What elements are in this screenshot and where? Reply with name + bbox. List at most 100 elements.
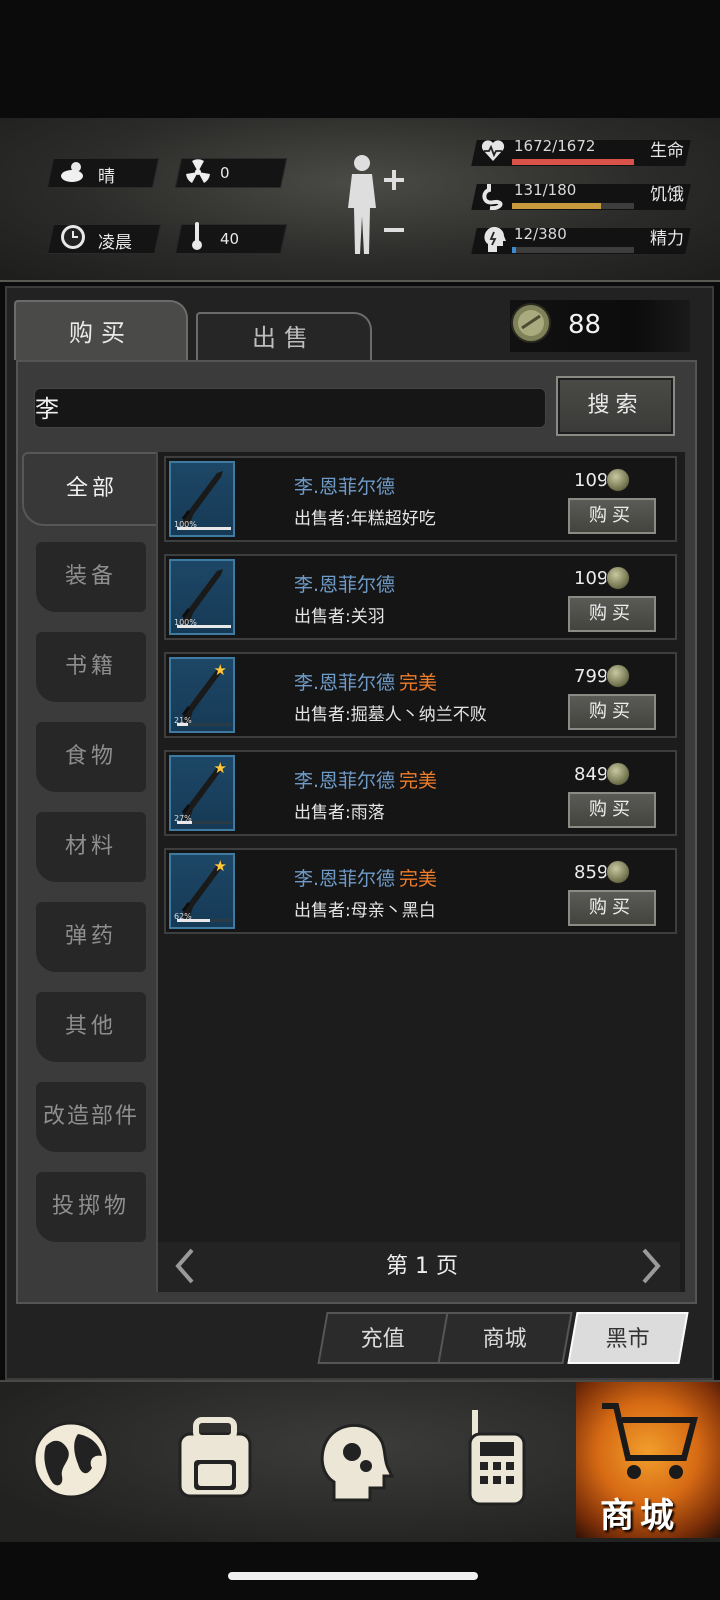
next-page-button[interactable]: [640, 1242, 664, 1301]
health-label: 生命: [650, 141, 684, 161]
bottle-cap-icon: [606, 664, 630, 688]
rifle-thumbnail[interactable]: ★ 27%: [169, 755, 235, 831]
rifle-thumbnail[interactable]: 100%: [169, 461, 235, 537]
item-row[interactable]: 100% 李.恩菲尔德 出售者:关羽 109 购买: [164, 554, 677, 640]
item-seller: 出售者:掘墓人丶纳兰不败: [294, 705, 487, 725]
item-name: 李.恩菲尔德: [294, 570, 399, 597]
shop-label: 商城: [600, 1496, 680, 1536]
time-of-day: 凌晨: [98, 233, 132, 253]
hunger-value: 131/180: [514, 181, 577, 199]
skills-head-icon[interactable]: [290, 1390, 420, 1530]
category-materials[interactable]: 材料: [36, 812, 146, 882]
bottle-cap-icon: [606, 468, 630, 492]
item-name: 李.恩菲尔德 完美: [294, 766, 437, 793]
rifle-thumbnail[interactable]: ★ 62%: [169, 853, 235, 929]
tab-black-market-label: 黑市: [605, 1327, 650, 1352]
energy-label: 精力: [650, 229, 684, 249]
item-name: 李.恩菲尔德 完美: [294, 668, 437, 695]
globe-icon[interactable]: [6, 1390, 136, 1530]
hunger-label: 饥饿: [650, 185, 684, 205]
heart-icon: [480, 138, 506, 168]
radiation-icon: [184, 158, 212, 190]
hunger-bar-fill: [512, 203, 601, 209]
energy-bar: [512, 247, 634, 253]
buy-button[interactable]: 购买: [568, 890, 656, 926]
item-seller: 出售者:年糕超好吃: [294, 509, 436, 529]
item-quality: 完美: [399, 672, 438, 694]
energy-value: 12/380: [514, 225, 567, 243]
item-row[interactable]: ★ 62% 李.恩菲尔德 完美 出售者:母亲丶黑白 859 购买: [164, 848, 677, 934]
category-equipment[interactable]: 装备: [36, 542, 146, 612]
buy-button[interactable]: 购买: [568, 596, 656, 632]
prev-page-button[interactable]: [172, 1242, 196, 1301]
search-input[interactable]: 李: [34, 388, 546, 428]
weather-condition: 晴: [98, 167, 115, 187]
item-name-text: 李.恩菲尔德: [294, 770, 396, 792]
buy-button[interactable]: 购买: [568, 498, 656, 534]
currency-amount: 88: [568, 310, 602, 340]
clock-icon: [58, 222, 88, 256]
category-ammo[interactable]: 弹药: [36, 902, 146, 972]
item-name-text: 李.恩菲尔德: [294, 868, 396, 890]
star-icon: ★: [213, 661, 227, 679]
category-books[interactable]: 书籍: [36, 632, 146, 702]
item-name-text: 李.恩菲尔德: [294, 574, 396, 596]
tab-recharge-label: 充值: [360, 1327, 405, 1352]
tab-store-label: 商城: [482, 1327, 527, 1352]
page-label: 第 1 页: [386, 1254, 458, 1279]
walkie-talkie-icon[interactable]: [432, 1390, 562, 1530]
item-row[interactable]: ★ 27% 李.恩菲尔德 完美 出售者:雨落 849 购买: [164, 750, 677, 836]
item-seller: 出售者:母亲丶黑白: [294, 901, 436, 921]
durability-value: 21%: [174, 716, 192, 725]
rifle-thumbnail[interactable]: ★ 21%: [169, 657, 235, 733]
health-bar: [512, 159, 634, 165]
item-row[interactable]: 100% 李.恩菲尔德 出售者:年糕超好吃 109 购买: [164, 456, 677, 542]
rifle-thumbnail[interactable]: 100%: [169, 559, 235, 635]
item-price: 109: [574, 568, 609, 589]
item-name: 李.恩菲尔德: [294, 472, 399, 499]
item-row[interactable]: ★ 21% 李.恩菲尔德 完美出售者:掘墓人丶纳兰不败 799 购买: [164, 652, 677, 738]
radiation-value: 0: [220, 164, 230, 182]
tab-sell[interactable]: 出售: [196, 312, 372, 360]
item-seller: 出售者:关羽: [294, 607, 385, 627]
tab-black-market[interactable]: 黑市: [567, 1312, 689, 1364]
home-indicator[interactable]: [228, 1572, 478, 1580]
item-quality: 完美: [399, 868, 438, 890]
backpack-icon[interactable]: [150, 1390, 280, 1530]
bottle-cap-icon: [606, 566, 630, 590]
hunger-bar: [512, 203, 634, 209]
category-food[interactable]: 食物: [36, 722, 146, 792]
durability-value: 100%: [174, 618, 197, 627]
durability-value: 62%: [174, 912, 192, 921]
buy-button[interactable]: 购买: [568, 792, 656, 828]
energy-bar-fill: [512, 247, 516, 253]
item-quality: 完美: [399, 770, 438, 792]
durability-value: 100%: [174, 520, 197, 529]
tab-buy[interactable]: 购买: [14, 300, 188, 360]
thermometer-icon: [190, 220, 204, 256]
category-other[interactable]: 其他: [36, 992, 146, 1062]
star-icon: ★: [213, 857, 227, 875]
search-button[interactable]: 搜索: [556, 376, 675, 436]
health-bar-fill: [512, 159, 634, 165]
buy-button[interactable]: 购买: [568, 694, 656, 730]
item-name: 李.恩菲尔德 完美: [294, 864, 437, 891]
category-mod-parts[interactable]: 改造部件: [36, 1082, 146, 1152]
tab-store[interactable]: 商城: [437, 1312, 573, 1364]
health-value: 1672/1672: [514, 137, 596, 155]
body-status-icon[interactable]: [340, 150, 410, 264]
item-name-text: 李.恩菲尔德: [294, 672, 396, 694]
tab-recharge[interactable]: 充值: [317, 1312, 449, 1364]
category-all[interactable]: 全部: [22, 452, 160, 526]
brain-icon: [482, 224, 506, 258]
item-price: 849: [574, 764, 609, 785]
item-list: 100% 李.恩菲尔德 出售者:年糕超好吃 109 购买 100% 李.恩菲尔德 出售者:关羽…: [156, 452, 685, 1292]
temperature-value: 40: [220, 230, 240, 248]
durability-value: 27%: [174, 814, 192, 823]
stomach-icon: [480, 182, 506, 214]
item-price: 799: [574, 666, 609, 687]
bottle-cap-icon: [510, 302, 552, 348]
cloud-sun-icon: [58, 158, 90, 190]
bottle-cap-icon: [606, 762, 630, 786]
category-throwables[interactable]: 投掷物: [36, 1172, 146, 1242]
